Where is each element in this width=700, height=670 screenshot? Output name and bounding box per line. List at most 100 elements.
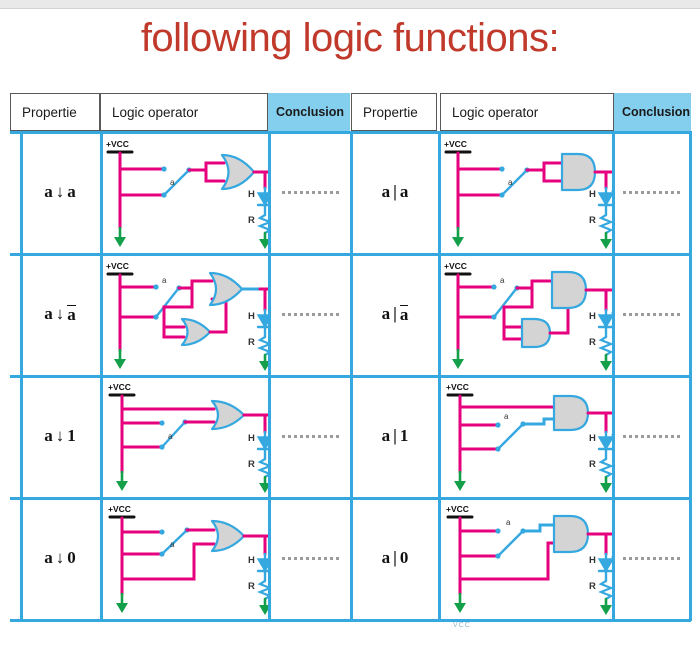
svg-text:+VCC: +VCC <box>106 139 129 149</box>
svg-text:+VCC: +VCC <box>444 261 467 271</box>
svg-text:+VCC: +VCC <box>446 382 469 392</box>
svg-text:a: a <box>170 178 175 187</box>
window-top-bar <box>0 0 700 9</box>
svg-text:a: a <box>168 432 173 441</box>
header-cell-conclusion-left: Conclusion <box>268 93 350 131</box>
svg-text:a: a <box>162 276 167 285</box>
propertie-operator: | <box>393 304 397 323</box>
logic-operator-circuit: +VCC a H R <box>440 255 612 373</box>
svg-text:+VCC: +VCC <box>444 139 467 149</box>
svg-text:H: H <box>248 311 255 322</box>
svg-text:+VCC: +VCC <box>446 504 469 514</box>
circuit-diagram-nor-a-1: +VCC a H R <box>108 382 268 493</box>
propertie-lhs: a <box>381 182 391 201</box>
header-label: Logic operator <box>452 104 539 120</box>
conclusion-dots <box>623 434 680 438</box>
conclusion-cell[interactable] <box>614 497 689 619</box>
conclusion-cell[interactable] <box>270 131 350 253</box>
svg-text:R: R <box>589 215 596 226</box>
logic-operator-circuit: +VCC a H R <box>102 255 268 373</box>
svg-text:R: R <box>248 581 255 592</box>
header-cell-propertie-left: Propertie <box>10 93 100 131</box>
logic-operator-circuit: +VCC a H R <box>440 133 612 251</box>
propertie-operator: ↓ <box>55 182 65 201</box>
grid-hline <box>10 619 691 622</box>
propertie-cell: a ↓ a <box>20 131 100 253</box>
svg-text:+VCC: +VCC <box>108 382 131 392</box>
svg-text:+VCC: +VCC <box>108 504 131 514</box>
propertie-cell: a ↓ 0 <box>20 497 100 619</box>
logic-operator-circuit: +VCC a H R <box>440 377 612 495</box>
circuit-diagram-nand-a-1: +VCC a H R <box>446 382 612 493</box>
logic-operator-circuit: +VCC a H R <box>440 499 612 617</box>
conclusion-dots <box>623 556 680 560</box>
propertie-operator: ↓ <box>55 304 65 323</box>
propertie-rhs: a <box>67 182 76 201</box>
svg-text:a: a <box>170 540 175 549</box>
svg-text:H: H <box>589 311 596 322</box>
header-label: Conclusion <box>276 105 345 119</box>
logic-operator-circuit: +VCC a H R <box>102 133 268 251</box>
table-header-row: Propertie Logic operator Conclusion Prop… <box>10 93 691 131</box>
propertie-operator: | <box>393 426 397 445</box>
header-label: Logic operator <box>112 104 199 120</box>
header-label: Conclusion <box>622 105 691 119</box>
header-label: Propertie <box>363 104 418 120</box>
header-cell-conclusion-right: Conclusion <box>614 93 691 131</box>
propertie-lhs: a <box>381 426 391 445</box>
propertie-lhs: a <box>44 426 53 445</box>
logic-functions-table: Propertie Logic operator Conclusion Prop… <box>10 93 692 629</box>
conclusion-cell[interactable] <box>270 375 350 497</box>
logic-operator-circuit: +VCC a H R <box>102 499 268 617</box>
circuit-diagram-nor-a-nota: +VCC a H R <box>106 261 268 371</box>
header-cell-logic-operator-left: Logic operator <box>100 93 268 131</box>
header-label: Propertie <box>22 104 77 120</box>
conclusion-cell[interactable] <box>270 253 350 375</box>
propertie-operator: | <box>393 182 397 201</box>
svg-text:+VCC: +VCC <box>106 261 129 271</box>
propertie-rhs: a <box>67 304 76 324</box>
conclusion-cell[interactable] <box>270 497 350 619</box>
propertie-rhs: 0 <box>67 548 76 567</box>
propertie-operator: | <box>393 548 397 567</box>
svg-text:H: H <box>589 555 596 566</box>
propertie-cell: a | 1 <box>352 375 438 497</box>
svg-text:H: H <box>589 433 596 444</box>
table-grid: a ↓ a +VCC a H R a | a +VCC a H R a ↓ a … <box>10 131 692 622</box>
svg-text:H: H <box>248 189 255 200</box>
propertie-cell: a ↓ 1 <box>20 375 100 497</box>
propertie-rhs: a <box>399 182 409 201</box>
propertie-lhs: a <box>44 182 53 201</box>
conclusion-dots <box>623 190 680 194</box>
svg-text:a: a <box>500 276 505 285</box>
conclusion-dots <box>281 190 339 194</box>
conclusion-cell[interactable] <box>614 253 689 375</box>
propertie-lhs: a <box>44 548 53 567</box>
svg-text:H: H <box>248 555 255 566</box>
propertie-lhs: a <box>381 548 391 567</box>
conclusion-cell[interactable] <box>614 375 689 497</box>
propertie-rhs: 1 <box>67 426 76 445</box>
circuit-diagram-nor-a-0: +VCC a H R <box>108 504 268 615</box>
svg-text:H: H <box>248 433 255 444</box>
propertie-lhs: a <box>44 304 53 323</box>
conclusion-dots <box>281 556 339 560</box>
conclusion-dots <box>281 434 339 438</box>
propertie-cell: a | a <box>352 253 438 375</box>
conclusion-dots <box>623 312 680 316</box>
svg-text:R: R <box>248 215 255 226</box>
propertie-lhs: a <box>381 304 391 323</box>
circuit-diagram-nand-a-nota: +VCC a H R <box>444 261 612 371</box>
svg-text:H: H <box>589 189 596 200</box>
propertie-operator: ↓ <box>55 548 65 567</box>
propertie-rhs: 1 <box>399 426 409 445</box>
propertie-rhs: a <box>399 304 409 324</box>
circuit-diagram-nand-a-a: +VCC a H R <box>444 139 612 249</box>
svg-text:a: a <box>504 412 509 421</box>
next-row-vcc-remnant: VCC <box>453 622 471 629</box>
conclusion-cell[interactable] <box>614 131 689 253</box>
page-title: following logic functions: <box>140 16 560 60</box>
svg-text:a: a <box>508 178 513 187</box>
header-cell-propertie-right: Propertie <box>351 93 437 131</box>
circuit-diagram-nand-a-0: +VCC a H R <box>446 504 612 615</box>
